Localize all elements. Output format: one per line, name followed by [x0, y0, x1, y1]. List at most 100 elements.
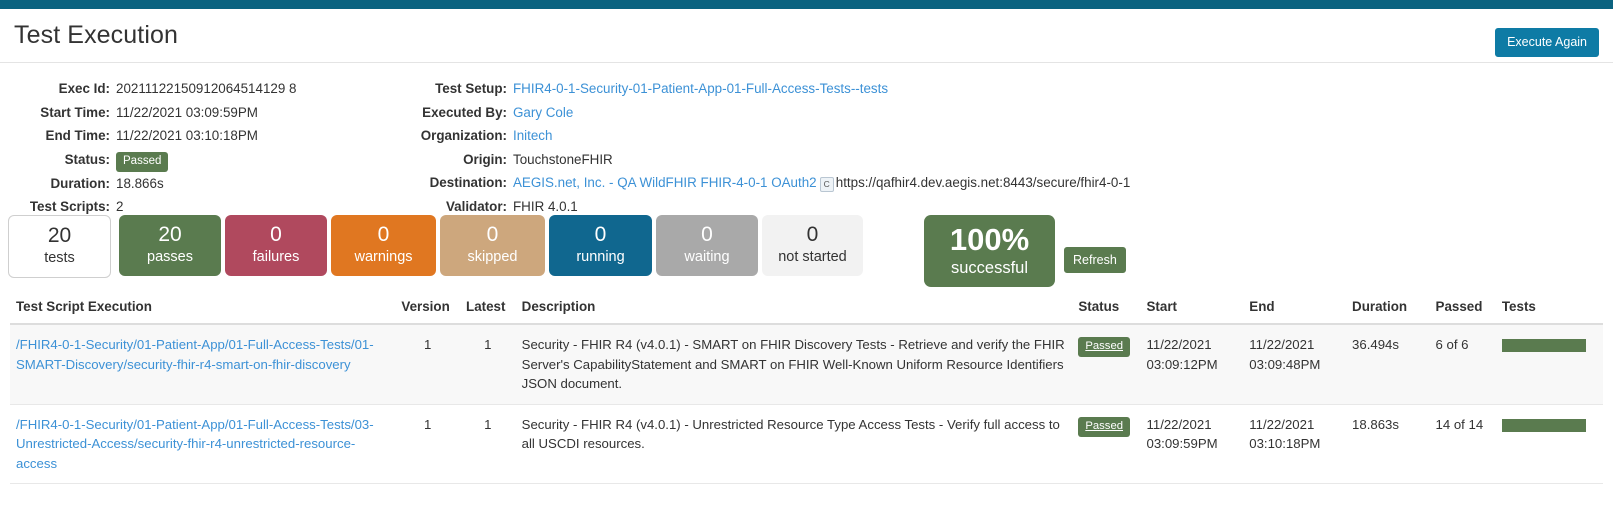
tests-progress-fill — [1501, 418, 1586, 432]
detail-row-destination: Destination: AEGIS.net, Inc. - QA WildFH… — [370, 171, 1570, 195]
destination-url: https://qafhir4.dev.aegis.net:8443/secur… — [835, 175, 1131, 190]
start-date: 11/22/2021 — [1146, 337, 1212, 352]
table-header-row: Test Script Execution Version Latest Des… — [10, 293, 1603, 325]
status-label: Status: — [64, 151, 110, 167]
tile-passes[interactable]: 20 passes — [119, 215, 221, 276]
table-row: /FHIR4-0-1-Security/01-Patient-App/01-Fu… — [10, 324, 1603, 405]
execution-details: Exec Id: 20211122150912064514129 8 Start… — [0, 63, 1613, 215]
cell-version: 1 — [395, 404, 461, 484]
success-percentage-value: 100% — [949, 222, 1030, 257]
cell-tests-bar — [1495, 404, 1603, 484]
cell-status: Passed — [1072, 404, 1141, 484]
destination-label: Destination: — [429, 175, 507, 190]
tile-warnings-count: 0 — [377, 223, 390, 246]
exec-id-label: Exec Id: — [58, 81, 110, 96]
tile-warnings-label: warnings — [354, 249, 413, 265]
tile-running-label: running — [576, 249, 625, 265]
detail-row-duration: Duration: 18.866s — [0, 172, 420, 196]
tile-running[interactable]: 0 running — [549, 215, 652, 276]
end-time-label: End Time: — [45, 128, 110, 143]
test-script-results-table: Test Script Execution Version Latest Des… — [10, 293, 1603, 484]
cell-test-script: /FHIR4-0-1-Security/01-Patient-App/01-Fu… — [10, 324, 396, 405]
summary-tiles: 20 tests 20 passes 0 failures 0 warnings… — [0, 215, 1613, 293]
column-header-start[interactable]: Start — [1140, 293, 1244, 325]
cell-passed: 6 of 6 — [1429, 324, 1496, 405]
cell-description: Security - FHIR R4 (v4.0.1) - SMART on F… — [515, 324, 1073, 405]
tile-warnings[interactable]: 0 warnings — [331, 215, 436, 276]
column-header-status[interactable]: Status — [1072, 293, 1141, 325]
column-header-test-script-execution[interactable]: Test Script Execution — [10, 293, 396, 325]
tile-skipped[interactable]: 0 skipped — [440, 215, 545, 276]
column-header-latest[interactable]: Latest — [460, 293, 516, 325]
tile-skipped-count: 0 — [486, 223, 499, 246]
tile-waiting-count: 0 — [701, 223, 713, 246]
execution-details-left: Exec Id: 20211122150912064514129 8 Start… — [0, 77, 420, 219]
cell-start: 11/22/2021 03:09:12PM — [1140, 324, 1244, 405]
table-body: /FHIR4-0-1-Security/01-Patient-App/01-Fu… — [10, 324, 1603, 484]
end-date: 11/22/2021 — [1249, 337, 1315, 352]
end-time: 03:09:48PM — [1249, 356, 1321, 372]
page-header: Test Execution Execute Again — [0, 9, 1613, 63]
detail-row-executed-by: Executed By: Gary Cole — [370, 101, 1570, 125]
cell-latest: 1 — [460, 404, 516, 484]
tile-not-started-count: 0 — [806, 223, 819, 246]
status-badge: Passed — [116, 151, 169, 172]
tile-tests-count: 20 — [47, 224, 72, 247]
results-table-wrapper: Test Script Execution Version Latest Des… — [0, 293, 1613, 484]
detail-row-end-time: End Time: 11/22/2021 03:10:18PM — [0, 124, 420, 148]
cell-duration: 36.494s — [1346, 324, 1430, 405]
tile-failures[interactable]: 0 failures — [225, 215, 327, 276]
detail-row-organization: Organization: Initech — [370, 124, 1570, 148]
column-header-passed[interactable]: Passed — [1429, 293, 1496, 325]
organization-label: Organization: — [420, 128, 507, 143]
start-time: 03:09:59PM — [1146, 436, 1218, 451]
tile-failures-count: 0 — [270, 223, 282, 246]
column-header-version[interactable]: Version — [395, 293, 461, 325]
test-script-link[interactable]: /FHIR4-0-1-Security/01-Patient-App/01-Fu… — [16, 337, 374, 372]
tile-waiting[interactable]: 0 waiting — [656, 215, 758, 276]
table-row: /FHIR4-0-1-Security/01-Patient-App/01-Fu… — [10, 404, 1603, 484]
executed-by-label: Executed By: — [422, 104, 507, 120]
tests-progress-track — [1501, 418, 1586, 432]
page-title: Test Execution — [14, 21, 178, 49]
column-header-tests[interactable]: Tests — [1495, 293, 1603, 325]
test-execution-page: Test Execution Execute Again Exec Id: 20… — [0, 0, 1613, 516]
row-status-badge[interactable]: Passed — [1078, 337, 1131, 357]
executed-by-link[interactable]: Gary Cole — [513, 101, 573, 125]
cell-latest: 1 — [460, 324, 516, 405]
duration-label: Duration: — [50, 175, 110, 191]
cell-test-script: /FHIR4-0-1-Security/01-Patient-App/01-Fu… — [10, 404, 396, 484]
column-header-description[interactable]: Description — [515, 293, 1073, 325]
detail-row-test-setup: Test Setup: FHIR4-0-1-Security-01-Patien… — [370, 77, 1570, 101]
end-time: 03:10:18PM — [1249, 436, 1321, 451]
refresh-button[interactable]: Refresh — [1064, 247, 1126, 273]
tile-not-started-label: not started — [778, 249, 847, 265]
column-header-duration[interactable]: Duration — [1346, 293, 1430, 325]
test-script-link[interactable]: /FHIR4-0-1-Security/01-Patient-App/01-Fu… — [16, 417, 374, 471]
tile-not-started[interactable]: 0 not started — [762, 215, 863, 276]
cell-end: 11/22/2021 03:09:48PM — [1243, 324, 1347, 405]
tile-running-count: 0 — [594, 223, 607, 246]
column-header-end[interactable]: End — [1243, 293, 1347, 325]
row-status-badge[interactable]: Passed — [1078, 416, 1131, 437]
tile-tests-label: tests — [44, 250, 75, 266]
cell-version: 1 — [395, 324, 461, 405]
end-time-value: 11/22/2021 03:10:18PM — [116, 128, 258, 143]
test-setup-link[interactable]: FHIR4-0-1-Security-01-Patient-App-01-Ful… — [513, 77, 888, 101]
tile-skipped-label: skipped — [467, 249, 518, 265]
success-percentage-label: successful — [950, 259, 1029, 277]
tile-tests[interactable]: 20 tests — [8, 215, 111, 278]
success-percentage-tile: 100% successful — [924, 215, 1055, 287]
tile-failures-label: failures — [252, 249, 300, 265]
end-date: 11/22/2021 — [1249, 416, 1315, 432]
tests-progress-fill — [1501, 339, 1586, 352]
cell-passed: 14 of 14 — [1429, 404, 1496, 484]
table-head: Test Script Execution Version Latest Des… — [10, 293, 1603, 325]
organization-link[interactable]: Initech — [513, 124, 552, 148]
origin-label: Origin: — [463, 151, 507, 167]
execution-details-right: Test Setup: FHIR4-0-1-Security-01-Patien… — [370, 77, 1570, 218]
detail-row-status: Status: Passed — [0, 148, 420, 172]
destination-link[interactable]: AEGIS.net, Inc. - QA WildFHIR FHIR-4-0-1… — [513, 171, 817, 195]
execute-again-button[interactable]: Execute Again — [1495, 28, 1599, 57]
cell-tests-bar — [1495, 324, 1603, 405]
